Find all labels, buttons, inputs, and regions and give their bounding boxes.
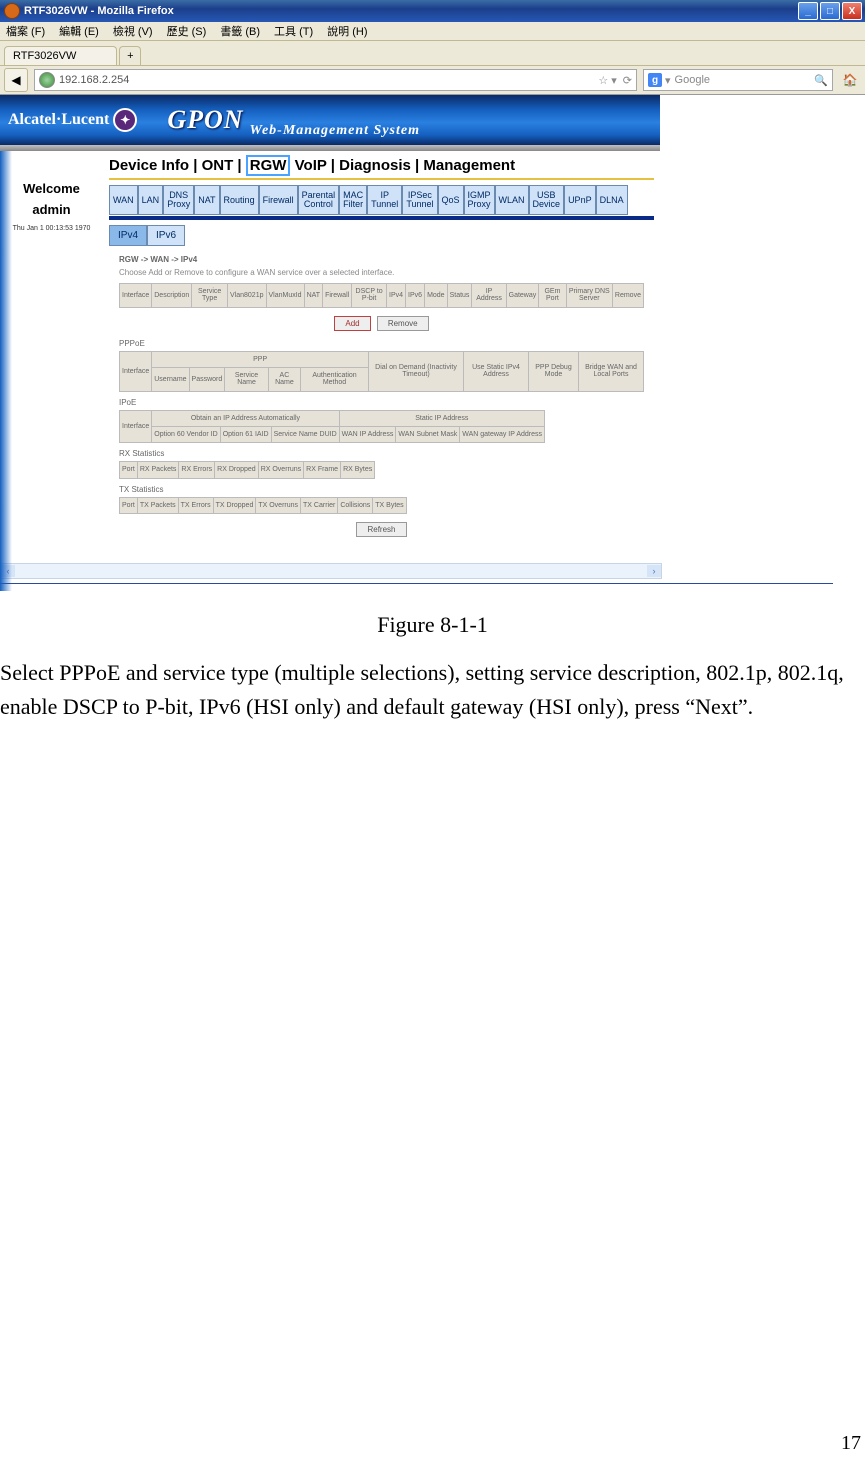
rgw-tab-qos[interactable]: QoS (438, 185, 464, 215)
globe-icon (39, 72, 55, 88)
user-label: admin (0, 202, 103, 217)
rgw-tab-ip-tunnel[interactable]: IPTunnel (367, 185, 402, 215)
menu-file[interactable]: 檔案 (F) (6, 23, 45, 39)
maximize-button[interactable]: □ (820, 2, 840, 20)
rgw-tab-dns-proxy[interactable]: DNSProxy (163, 185, 194, 215)
section-rx: RX Statistics (119, 449, 644, 458)
section-pppoe: PPPoE (119, 339, 644, 348)
horizontal-scrollbar[interactable]: ‹ › (0, 563, 662, 579)
rgw-tab-nat[interactable]: NAT (194, 185, 219, 215)
rgw-tab-wan[interactable]: WAN (109, 185, 138, 215)
rgw-tab-upnp[interactable]: UPnP (564, 185, 596, 215)
menu-help[interactable]: 說明 (H) (327, 23, 367, 39)
pppoe-table: Interface PPP Dial on Demand (Inactivity… (119, 351, 644, 392)
window-title: RTF3026VW - Mozilla Firefox (24, 5, 174, 17)
figure-caption: Figure 8-1-1 (0, 612, 865, 638)
firefox-icon (4, 3, 20, 19)
home-button[interactable]: 🏠 (839, 69, 861, 91)
rgw-tab-row: WANLANDNSProxyNATRoutingFirewallParental… (103, 180, 660, 216)
menu-history[interactable]: 歷史 (S) (167, 23, 207, 39)
url-input[interactable]: 192.168.2.254 ☆ ▾ ⟳ (34, 69, 637, 91)
back-button[interactable]: ◀ (4, 68, 28, 92)
wan-table: InterfaceDescriptionService TypeVlan8021… (119, 283, 644, 308)
hint-text: Choose Add or Remove to configure a WAN … (119, 268, 644, 277)
menu-view[interactable]: 檢視 (V) (113, 23, 153, 39)
search-placeholder: Google (675, 74, 710, 86)
page-number: 17 (841, 1432, 861, 1455)
url-right-icons: ☆ ▾ ⟳ (598, 74, 632, 87)
minimize-button[interactable]: _ (798, 2, 818, 20)
wan-subtab-row: IPv4 IPv6 (103, 220, 660, 251)
subtab-ipv6[interactable]: IPv6 (147, 225, 185, 246)
section-ipoe: IPoE (119, 398, 644, 407)
browser-menubar: 檔案 (F) 編輯 (E) 檢視 (V) 歷史 (S) 書籤 (B) 工具 (T… (0, 22, 865, 41)
ipoe-table: Interface Obtain an IP Address Automatic… (119, 410, 545, 444)
gpon-title: GPON (167, 105, 243, 135)
section-tx: TX Statistics (119, 485, 644, 494)
browser-tabstrip: RTF3026VW + (0, 41, 865, 66)
refresh-button[interactable]: Refresh (356, 522, 406, 537)
rgw-tab-parental-control[interactable]: ParentalControl (298, 185, 340, 215)
add-button[interactable]: Add (334, 316, 370, 331)
rgw-tab-usb-device[interactable]: USBDevice (529, 185, 565, 215)
rx-table: PortRX PacketsRX ErrorsRX DroppedRX Over… (119, 461, 375, 478)
browser-tab[interactable]: RTF3026VW (4, 46, 117, 65)
rgw-tab-routing[interactable]: Routing (220, 185, 259, 215)
nav-voip[interactable]: VoIP (295, 157, 327, 174)
search-icon: 🔍 (814, 74, 828, 87)
rgw-tab-mac-filter[interactable]: MACFilter (339, 185, 367, 215)
rgw-tab-dlna[interactable]: DLNA (596, 185, 628, 215)
nav-device-info[interactable]: Device Info (109, 157, 189, 174)
new-tab-button[interactable]: + (119, 46, 141, 65)
google-icon: g (648, 73, 662, 87)
breadcrumb: RGW -> WAN -> IPv4 (119, 255, 644, 264)
rgw-tab-firewall[interactable]: Firewall (259, 185, 298, 215)
menu-tools[interactable]: 工具 (T) (274, 23, 313, 39)
search-input[interactable]: g▾ Google 🔍 (643, 69, 833, 91)
rgw-tab-ipsec-tunnel[interactable]: IPSecTunnel (402, 185, 437, 215)
rgw-tab-lan[interactable]: LAN (138, 185, 164, 215)
nav-ont[interactable]: ONT (202, 157, 234, 174)
nav-diagnosis[interactable]: Diagnosis (339, 157, 411, 174)
tx-table: PortTX PacketsTX ErrorsTX DroppedTX Over… (119, 497, 407, 514)
scroll-right-icon[interactable]: › (647, 565, 661, 577)
wms-subtitle: Web-Management System (250, 123, 420, 139)
rgw-tab-wlan[interactable]: WLAN (495, 185, 529, 215)
banner: Alcatel·Lucent✦ GPON Web-Management Syst… (0, 95, 660, 145)
window-titlebar: RTF3026VW - Mozilla Firefox _ □ X (0, 0, 865, 22)
nav-management[interactable]: Management (423, 157, 515, 174)
url-text: 192.168.2.254 (59, 74, 129, 86)
main-content: Device Info | ONT | RGW VoIP | Diagnosis… (103, 151, 660, 555)
address-toolbar: ◀ 192.168.2.254 ☆ ▾ ⟳ g▾ Google 🔍 🏠 (0, 66, 865, 95)
timestamp: Thu Jan 1 00:13:53 1970 (0, 225, 103, 232)
brand-logo: Alcatel·Lucent✦ (8, 108, 137, 132)
sidebar: Welcome admin Thu Jan 1 00:13:53 1970 (0, 151, 103, 555)
top-nav: Device Info | ONT | RGW VoIP | Diagnosis… (103, 151, 660, 178)
body-paragraph: Select PPPoE and service type (multiple … (0, 656, 857, 724)
tab-title: RTF3026VW (13, 50, 76, 62)
rgw-tab-igmp-proxy[interactable]: IGMPProxy (464, 185, 495, 215)
remove-button[interactable]: Remove (377, 316, 429, 331)
menu-bookmarks[interactable]: 書籤 (B) (220, 23, 260, 39)
nav-rgw[interactable]: RGW (246, 155, 291, 176)
menu-edit[interactable]: 編輯 (E) (59, 23, 99, 39)
gpon-page: Alcatel·Lucent✦ GPON Web-Management Syst… (0, 95, 660, 579)
welcome-label: Welcome (0, 181, 103, 196)
subtab-ipv4[interactable]: IPv4 (109, 225, 147, 246)
close-button[interactable]: X (842, 2, 862, 20)
